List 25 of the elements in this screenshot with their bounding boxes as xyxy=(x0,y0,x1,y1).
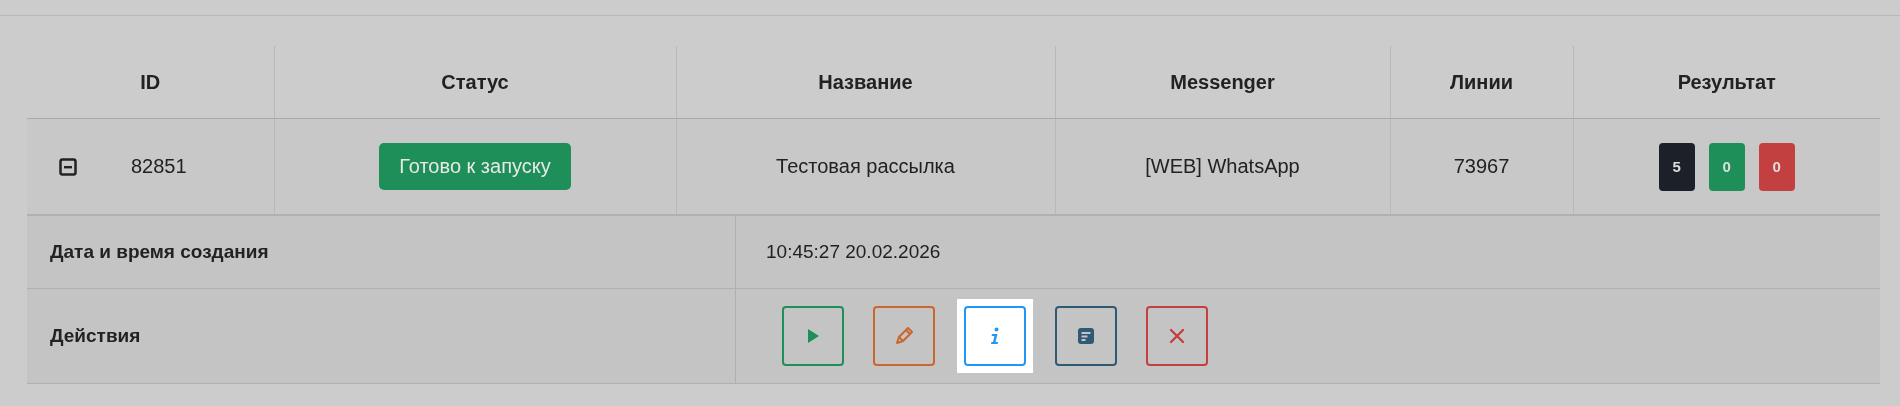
detail-value: 10:45:27 20.02.2026 xyxy=(766,241,941,263)
table-cell: 73967 xyxy=(1453,155,1510,177)
table-cell: [WEB] WhatsApp xyxy=(1145,155,1300,177)
count-badge: 5 xyxy=(1658,142,1695,191)
delete-button[interactable] xyxy=(1146,306,1208,366)
edit-button[interactable] xyxy=(873,306,935,366)
start-button[interactable] xyxy=(782,306,844,366)
column-header: Статус xyxy=(274,46,676,119)
detail-label: Действия xyxy=(50,325,141,347)
info-button[interactable] xyxy=(964,306,1026,366)
count-badge: 0 xyxy=(1758,142,1795,191)
log-button[interactable] xyxy=(1055,306,1117,366)
detail-label: Дата и время создания xyxy=(50,241,269,263)
count-badge: 0 xyxy=(1708,142,1745,191)
column-header: Результат xyxy=(1573,46,1880,119)
status-button[interactable]: Готово к запуску xyxy=(379,143,571,190)
pen-icon xyxy=(893,325,915,347)
collapse-icon[interactable] xyxy=(59,157,77,176)
column-header: Название xyxy=(676,46,1055,119)
column-header: ID xyxy=(27,46,274,119)
column-header: Messenger xyxy=(1055,46,1390,119)
column-header: Линии xyxy=(1390,46,1573,119)
table-cell: Тестовая рассылка xyxy=(776,155,955,177)
table-cell: 82851 xyxy=(131,155,187,178)
document-icon xyxy=(1075,325,1097,347)
